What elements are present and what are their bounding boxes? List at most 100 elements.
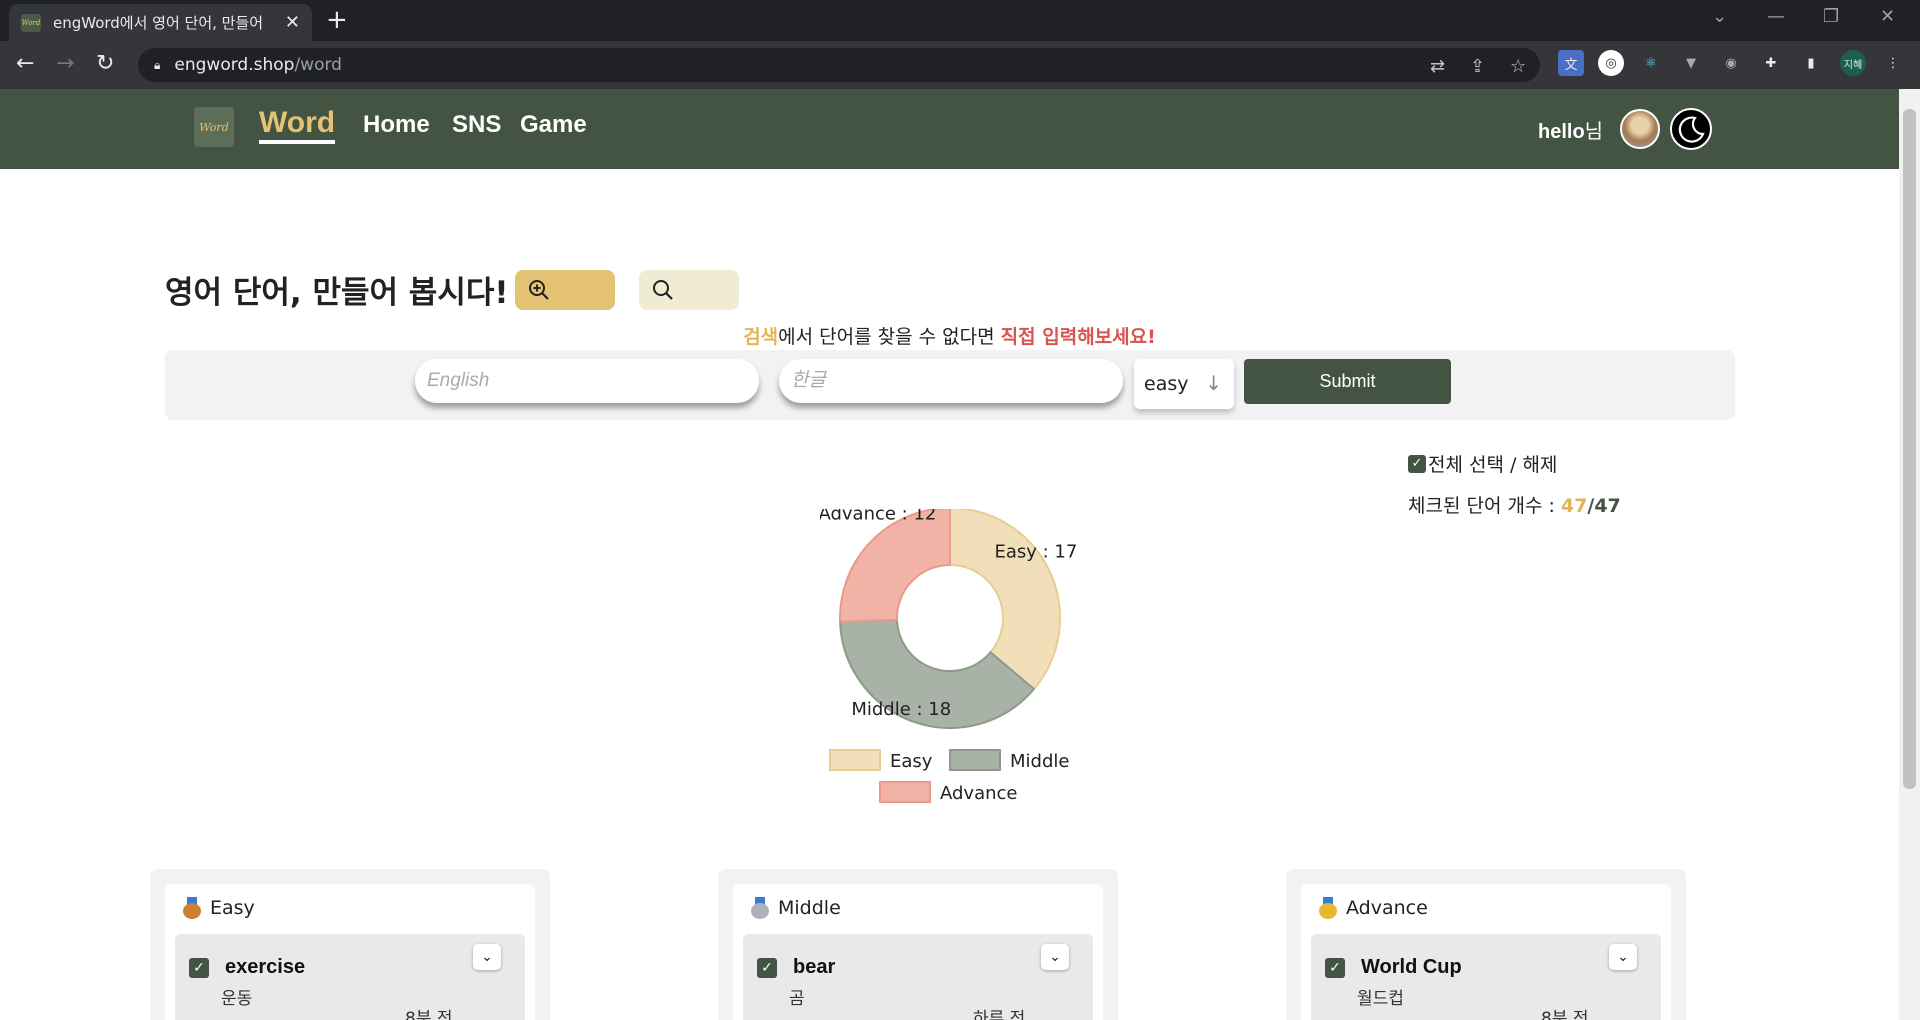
add-mode-button[interactable] xyxy=(515,270,615,310)
chevron-down-icon[interactable]: ⌄ xyxy=(1609,944,1637,970)
checked-count: 체크된 단어 개수 : 47/47 xyxy=(1408,491,1621,518)
hint-text: 검색에서 단어를 찾을 수 없다면 직접 입력해보세요! xyxy=(0,322,1899,349)
nav-game[interactable]: Game xyxy=(520,111,587,139)
window-close-icon[interactable]: ✕ xyxy=(1880,6,1895,27)
level-card-title-text: Advance xyxy=(1346,897,1428,919)
word-checkbox[interactable]: ✓ xyxy=(1325,958,1345,978)
side-panel-icon[interactable]: ▮ xyxy=(1798,50,1824,76)
level-card-advance: Advance ✓ World Cup 월드컵 8분 전 ⌄ xyxy=(1286,869,1686,1020)
legend-label-middle[interactable]: Middle xyxy=(1010,751,1069,772)
word-timestamp: 8분 전 xyxy=(405,1009,453,1020)
translate-icon[interactable]: ⇄ xyxy=(1430,56,1445,77)
legend-swatch-easy[interactable] xyxy=(829,749,881,771)
extension-translate-icon[interactable]: 文 xyxy=(1558,50,1584,76)
tab-favicon-icon: Word xyxy=(21,13,41,32)
silver-medal-icon xyxy=(750,897,770,919)
restore-icon[interactable]: ❐ xyxy=(1823,6,1839,27)
legend-swatch-advance[interactable] xyxy=(879,781,931,803)
browser-tabbar: Word engWord에서 영어 단어, 만들어 ✕ + ⌄ — ❐ ✕ xyxy=(0,0,1920,41)
level-donut-chart: Easy : 17 Middle : 18 Advance : 12 Easy Midd… xyxy=(818,503,1080,809)
select-all-label: 전체 선택 / 해제 xyxy=(1428,454,1558,476)
reload-icon[interactable]: ↻ xyxy=(96,51,114,77)
chevron-down-icon[interactable]: ⌄ xyxy=(1041,944,1069,970)
legend-label-advance[interactable]: Advance xyxy=(940,783,1017,804)
gold-medal-icon xyxy=(1318,897,1338,919)
word-timestamp: 하루 전 xyxy=(973,1009,1026,1020)
donut-slice-advance[interactable] xyxy=(839,506,951,623)
korean-input[interactable] xyxy=(779,359,1123,403)
word-item[interactable]: ✓ World Cup 월드컵 8분 전 ⌄ xyxy=(1311,934,1661,1020)
browser-menu-icon[interactable]: ⋮ xyxy=(1880,50,1906,76)
hint-middle: 에서 단어를 찾을 수 없다면 xyxy=(778,326,1001,348)
vue-devtools-icon[interactable]: ▼ xyxy=(1678,50,1704,76)
submit-button[interactable]: Submit xyxy=(1244,359,1451,404)
level-card-inner: Easy ✓ exercise 운동 8분 전 ⌄ xyxy=(165,884,535,1020)
bookmark-star-icon[interactable]: ☆ xyxy=(1510,56,1526,77)
donut-slice-easy[interactable] xyxy=(949,506,1061,691)
legend-swatch-middle[interactable] xyxy=(949,749,1001,771)
back-icon[interactable]: ← xyxy=(16,51,34,77)
donut-chart-svg: Easy : 17 Middle : 18 Advance : 12 Easy Midd… xyxy=(818,503,1077,804)
word-item[interactable]: ✓ bear 곰 하루 전 ⌄ xyxy=(743,934,1093,1020)
level-card-title: Middle xyxy=(750,897,841,919)
level-card-middle: Middle ✓ bear 곰 하루 전 ⌄ xyxy=(718,869,1118,1020)
tab-close-icon[interactable]: ✕ xyxy=(285,12,300,33)
page-viewport: Word Word Home SNS Game hello님 영어 단어, 만들… xyxy=(0,89,1899,1020)
moon-icon xyxy=(1678,116,1705,143)
forward-icon[interactable]: → xyxy=(56,51,74,77)
user-honorific: 님 xyxy=(1584,121,1604,143)
page-scrollbar[interactable] xyxy=(1899,89,1920,1020)
select-all-checkbox[interactable]: ✓ xyxy=(1408,454,1426,473)
level-select[interactable]: easy ↓ xyxy=(1134,359,1234,409)
react-devtools-icon[interactable]: ⚛ xyxy=(1638,50,1664,76)
word-korean: 곰 xyxy=(789,989,805,1009)
minimize-icon[interactable]: — xyxy=(1767,6,1785,27)
browser-tab[interactable]: Word engWord에서 영어 단어, 만들어 ✕ xyxy=(9,4,312,41)
level-card-inner: Middle ✓ bear 곰 하루 전 ⌄ xyxy=(733,884,1103,1020)
word-item[interactable]: ✓ exercise 운동 8분 전 ⌄ xyxy=(175,934,525,1020)
scrollbar-thumb[interactable] xyxy=(1903,109,1916,789)
user-name: hello xyxy=(1538,121,1585,143)
arrow-down-icon: ↓ xyxy=(1205,371,1222,395)
hint-direct-input: 직접 입력해보세요! xyxy=(1000,326,1156,348)
extension-target-icon[interactable]: ◉ xyxy=(1718,50,1744,76)
user-avatar[interactable] xyxy=(1620,109,1660,149)
select-all-toggle[interactable]: ✓ 전체 선택 / 해제 xyxy=(1408,450,1557,477)
word-input-form: easy ↓ Submit xyxy=(165,350,1735,420)
page-title: 영어 단어, 만들어 봅시다! xyxy=(165,275,509,311)
checked-count-value: 47 xyxy=(1560,495,1588,517)
word-english: exercise xyxy=(225,956,306,978)
url-path: /word xyxy=(294,55,342,75)
checked-count-label: 체크된 단어 개수 : xyxy=(1408,495,1561,517)
word-korean: 운동 xyxy=(221,989,253,1009)
url-host: engword.shop xyxy=(174,55,295,75)
site-logo[interactable]: Word xyxy=(194,107,234,147)
extension-circle-icon[interactable]: ◎ xyxy=(1598,50,1624,76)
nav-sns[interactable]: SNS xyxy=(452,111,501,139)
address-bar[interactable]: 🔒︎ engword.shop/word ⇄ ⇪ ☆ xyxy=(138,48,1540,82)
word-korean: 월드컵 xyxy=(1357,989,1404,1009)
search-mode-button[interactable] xyxy=(639,270,739,310)
tab-title: engWord에서 영어 단어, 만들어 xyxy=(53,14,264,32)
level-select-value: easy xyxy=(1144,373,1189,395)
nav-home[interactable]: Home xyxy=(363,111,430,139)
checked-count-total: /47 xyxy=(1587,495,1621,517)
word-checkbox[interactable]: ✓ xyxy=(189,958,209,978)
level-card-title: Easy xyxy=(182,897,255,919)
level-card-inner: Advance ✓ World Cup 월드컵 8분 전 ⌄ xyxy=(1301,884,1671,1020)
dark-mode-toggle[interactable] xyxy=(1670,108,1712,150)
tab-search-icon[interactable]: ⌄ xyxy=(1712,6,1727,27)
extensions-puzzle-icon[interactable]: ✚ xyxy=(1758,50,1784,76)
search-icon xyxy=(653,280,673,300)
word-checkbox[interactable]: ✓ xyxy=(757,958,777,978)
share-icon[interactable]: ⇪ xyxy=(1470,56,1485,77)
hint-search-word: 검색 xyxy=(743,326,779,348)
legend-label-easy[interactable]: Easy xyxy=(890,751,933,772)
user-greeting: hello님 xyxy=(1538,115,1603,144)
english-input[interactable] xyxy=(415,359,759,403)
profile-avatar[interactable]: 지혜 xyxy=(1840,50,1866,76)
chevron-down-icon[interactable]: ⌄ xyxy=(473,944,501,970)
lock-icon: 🔒︎ xyxy=(154,57,161,72)
new-tab-icon[interactable]: + xyxy=(326,6,348,34)
nav-word[interactable]: Word xyxy=(259,106,336,144)
